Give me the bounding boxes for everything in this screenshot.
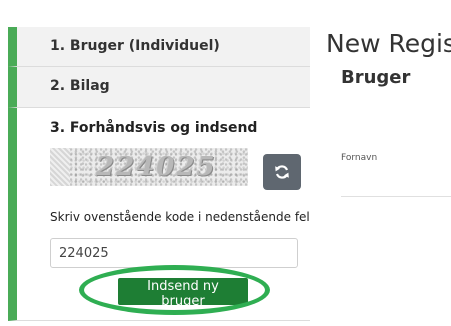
step-1-title: 1. Bruger (Individuel) (50, 38, 220, 54)
page-title: New Regist (326, 29, 451, 58)
captcha-instruction: Skriv ovenstående kode i nedenstående fe… (50, 210, 319, 224)
captcha-noise (50, 148, 70, 186)
top-bar (0, 0, 451, 26)
section-title: Bruger (341, 67, 411, 88)
step-2-title: 2. Bilag (50, 78, 110, 94)
step-3-panel: 3. Forhåndsvis og indsend 224025 Skriv o… (8, 108, 318, 321)
captcha-image: 224025 (50, 148, 248, 186)
captcha-code: 224025 (96, 152, 217, 182)
submit-new-user-button[interactable]: Indsend ny bruger (118, 278, 248, 309)
step-2-header[interactable]: 2. Bilag (8, 67, 310, 108)
firstname-field-underline[interactable] (341, 196, 451, 197)
step-1-header[interactable]: 1. Bruger (Individuel) (8, 27, 310, 67)
steps-accordion: 1. Bruger (Individuel) 2. Bilag 3. Forhå… (0, 25, 318, 326)
main-panel: New Regist Bruger Fornavn (310, 25, 451, 326)
refresh-icon (275, 165, 289, 179)
captcha-code-input[interactable] (50, 238, 298, 268)
step-3-title[interactable]: 3. Forhåndsvis og indsend (50, 120, 257, 136)
captcha-refresh-button[interactable] (263, 154, 301, 190)
firstname-label: Fornavn (341, 153, 378, 163)
